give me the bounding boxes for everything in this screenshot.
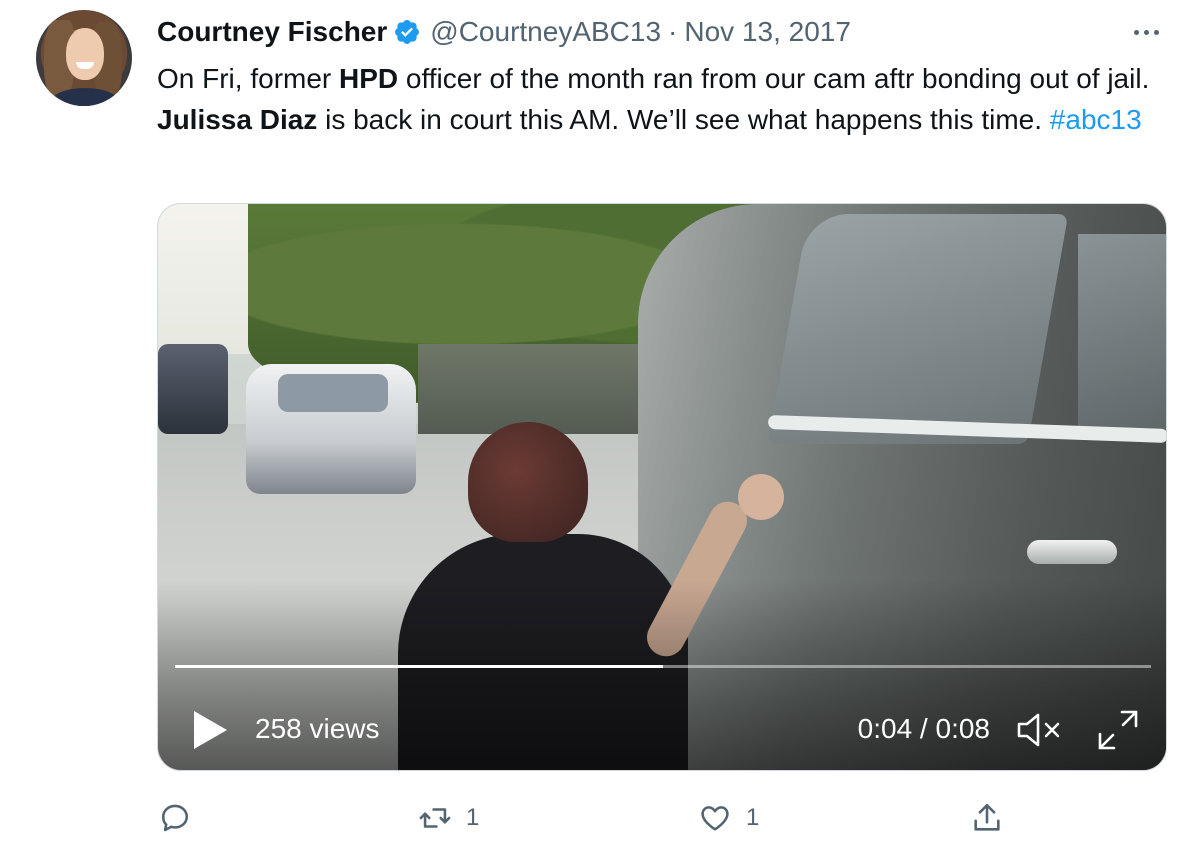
tweet-text-part3: is back in court this AM. We’ll see what… [317,104,1050,135]
muted-speaker-icon[interactable] [1016,710,1062,750]
tweet-text-bold-name: Julissa Diaz [157,104,318,135]
tweet-text: On Fri, former HPD officer of the month … [157,58,1167,140]
reply-button[interactable] [158,796,206,840]
heart-icon [701,806,729,831]
share-button[interactable] [970,796,1004,840]
play-icon[interactable] [190,708,230,752]
share-icon [974,803,1000,831]
retweet-count: 1 [466,804,480,831]
view-count: 258 views [255,713,380,744]
author-name[interactable]: Courtney Fischer [157,16,387,48]
verified-badge-icon [395,20,420,44]
author-handle[interactable]: @CourtneyABC13 [430,16,661,48]
video-progress-bar[interactable] [175,665,1151,668]
video-time: 0:04 / 0:08 [857,713,990,744]
fullscreen-icon[interactable] [1096,708,1140,752]
like-count: 1 [746,804,760,831]
tweet-text-part2: officer of the month ran from our cam af… [398,63,1150,94]
tweet-text-part1: On Fri, former [157,63,340,94]
tweet-header: Courtney Fischer @CourtneyABC13 · Nov 13… [157,14,851,50]
tweet-actions: 1 1 [0,796,1204,840]
retweet-icon [419,808,451,828]
tweet-card: Courtney Fischer @CourtneyABC13 · Nov 13… [0,0,1204,854]
tweet-text-bold-hpd: HPD [339,63,399,94]
author-avatar[interactable] [36,10,132,106]
reply-icon [161,804,189,832]
like-button[interactable]: 1 [698,796,759,840]
video-player[interactable]: 258 views 0:04 / 0:08 [157,203,1167,771]
more-options-icon[interactable] [1128,20,1164,44]
header-separator: · [668,16,678,47]
video-progress-fill [175,665,663,668]
retweet-button[interactable]: 1 [418,796,479,840]
hashtag-link[interactable]: #abc13 [1050,104,1142,135]
tweet-date[interactable]: Nov 13, 2017 [684,16,851,48]
